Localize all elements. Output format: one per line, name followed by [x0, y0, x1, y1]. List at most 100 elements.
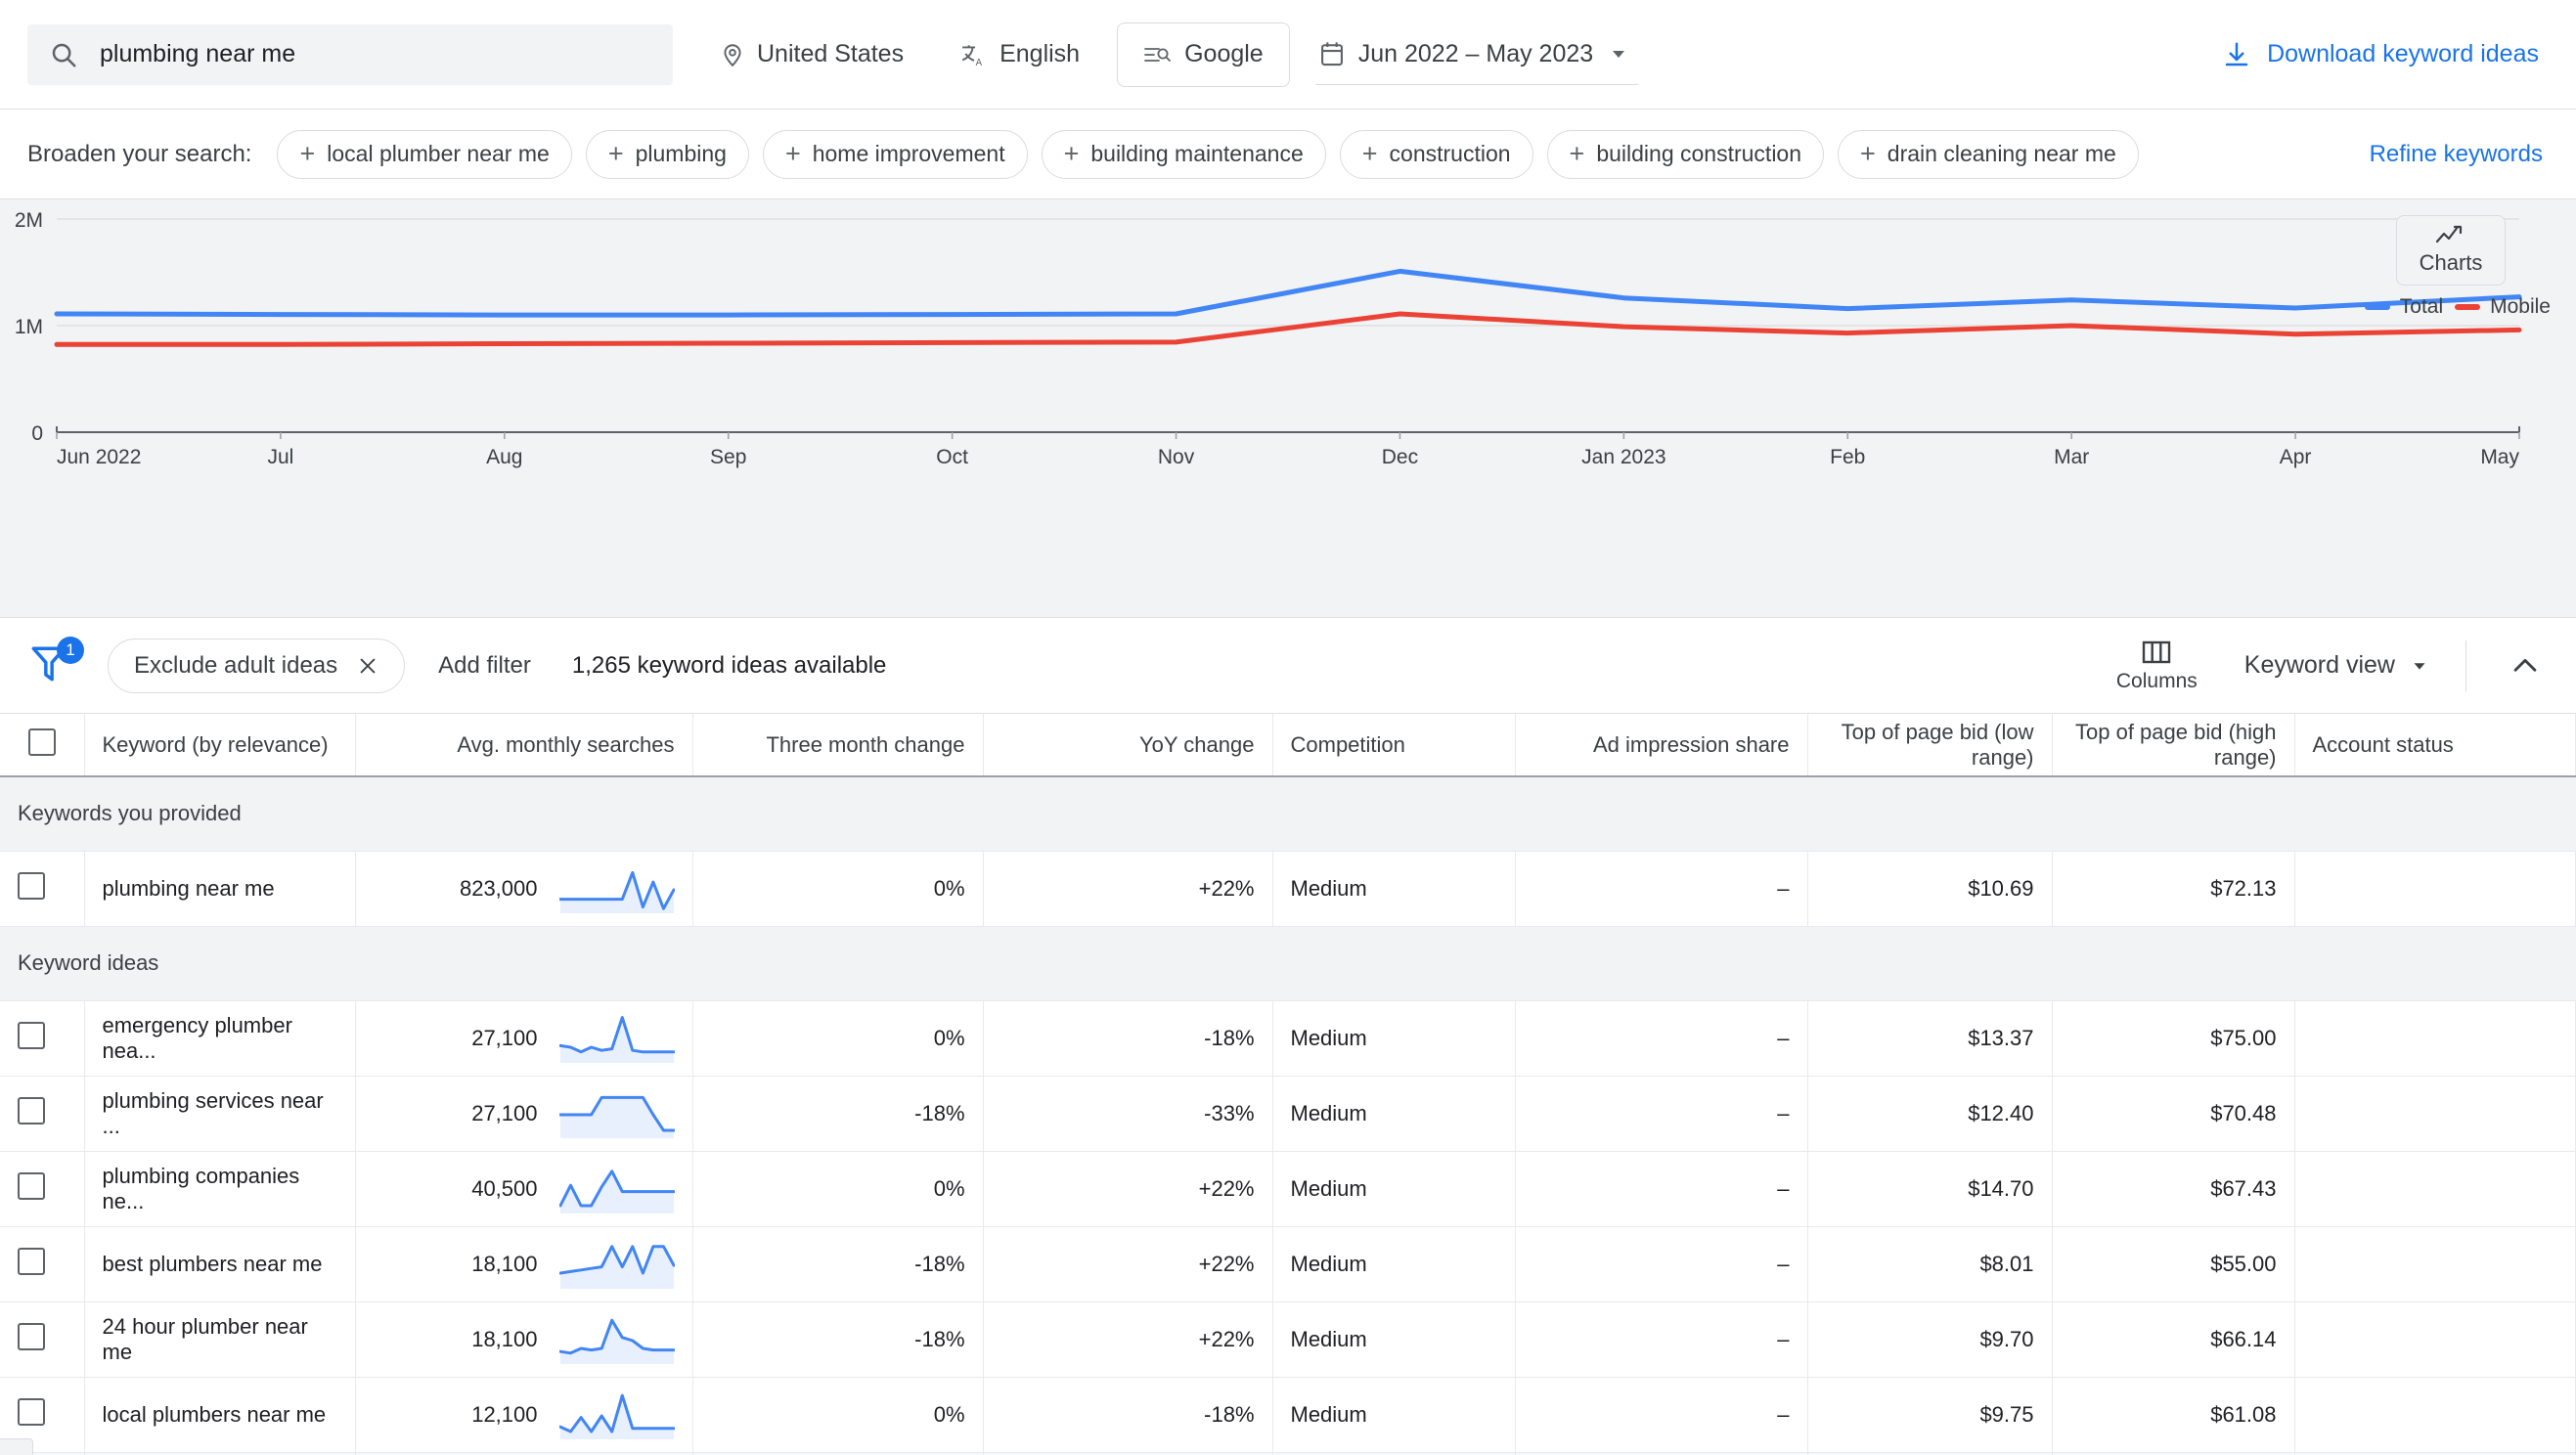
row-checkbox[interactable]	[18, 1247, 45, 1275]
broaden-your-search-bar: Broaden your search: + local plumber nea…	[0, 110, 2576, 199]
row-checkbox[interactable]	[18, 1171, 45, 1200]
cell-ad-impression-share: –	[1515, 1226, 1808, 1302]
row-checkbox[interactable]	[18, 1397, 45, 1426]
row-checkbox[interactable]	[18, 1322, 45, 1350]
keyword-planner-page: United States A English Google	[0, 0, 2576, 1455]
table-row[interactable]: best plumbers near me 18,100 -18% +22% Mediu…	[0, 1226, 2576, 1302]
keyword-search-box[interactable]	[27, 23, 673, 85]
cell-keyword: best plumbers near me	[84, 1226, 356, 1302]
broaden-chip-label: building maintenance	[1090, 141, 1304, 166]
svg-text:Dec: Dec	[1382, 446, 1418, 468]
cell-account-status	[2294, 1377, 2576, 1453]
search-input[interactable]	[100, 40, 651, 68]
avg-searches-value: 12,100	[471, 1401, 538, 1427]
broaden-chip-1[interactable]: + plumbing	[585, 129, 749, 179]
row-checkbox[interactable]	[18, 871, 45, 900]
cell-account-status	[2294, 1000, 2576, 1077]
svg-text:Sep: Sep	[710, 446, 746, 468]
table-row[interactable]: plumbing near me 823,000 0% +22% Medium – $10.…	[0, 851, 2576, 927]
svg-text:May: May	[2480, 446, 2519, 468]
keyword-view-selector[interactable]: Keyword view	[2244, 651, 2430, 680]
filter-chip-label: Exclude adult ideas	[134, 651, 338, 679]
plus-icon: +	[607, 139, 624, 168]
cell-yoy-change: +22%	[983, 1226, 1273, 1302]
legend-item-mobile[interactable]: Mobile	[2455, 295, 2551, 319]
filter-button[interactable]: 1	[27, 636, 84, 693]
legend-label-mobile: Mobile	[2490, 295, 2551, 318]
header-top-of-page-bid-high[interactable]: Top of page bid (high range)	[2052, 714, 2295, 777]
cell-avg-monthly-searches: 18,100	[355, 1226, 693, 1302]
table-body: Keywords you provided plumbing near me 823…	[0, 776, 2576, 1455]
refine-keywords-link[interactable]: Refine keywords	[2370, 141, 2549, 168]
keyword-text: plumbing near me	[102, 875, 275, 901]
broaden-chip-6[interactable]: + drain cleaning near me	[1838, 129, 2139, 179]
row-select-cell	[0, 1226, 85, 1302]
cell-avg-monthly-searches: 27,100	[355, 1076, 693, 1152]
cell-bid-high: $70.48	[2052, 1076, 2295, 1152]
broaden-chip-3[interactable]: + building maintenance	[1041, 129, 1326, 179]
collapse-panel-button[interactable]	[2502, 649, 2549, 683]
chevron-down-icon[interactable]	[1607, 42, 1630, 66]
language-selector[interactable]: A English	[951, 40, 1089, 68]
svg-text:2M: 2M	[15, 209, 43, 232]
avg-searches-wrapper: 40,500	[374, 1163, 675, 1215]
cell-ad-impression-share: –	[1515, 1151, 1808, 1227]
table-section-title: Keywords you provided	[0, 776, 2576, 852]
cell-keyword: emergency plumber nea...	[84, 1000, 356, 1077]
date-range-selector[interactable]: Jun 2022 – May 2023	[1314, 24, 1639, 85]
legend-swatch-mobile	[2455, 304, 2481, 310]
svg-text:Jul: Jul	[267, 446, 293, 468]
filter-chip-exclude-adult-ideas[interactable]: Exclude adult ideas	[108, 638, 406, 693]
table-row[interactable]: plumbing services near ... 27,100 -18% -33%…	[0, 1076, 2576, 1152]
columns-button[interactable]: Columns	[2116, 639, 2198, 693]
cell-bid-high: $67.43	[2052, 1151, 2295, 1227]
close-icon[interactable]	[357, 655, 378, 677]
cell-avg-monthly-searches: 27,100	[355, 1000, 693, 1077]
header-three-month-change[interactable]: Three month change	[692, 714, 984, 777]
cell-ad-impression-share: –	[1515, 1377, 1808, 1453]
cell-bid-high: $75.00	[2052, 1000, 2295, 1077]
table-row[interactable]: local plumbers near me 12,100 0% -18% Medium…	[0, 1377, 2576, 1453]
keyword-text: local plumbers near me	[102, 1401, 327, 1427]
scroll-left-button[interactable]	[0, 1437, 33, 1455]
table-row[interactable]: plumbing companies ne... 40,500 0% +22% Medi…	[0, 1151, 2576, 1227]
date-range-label: Jun 2022 – May 2023	[1357, 39, 1594, 67]
broaden-chip-5[interactable]: + building construction	[1546, 129, 1825, 179]
search-volume-chart-panel: 2M 1M 0 Jun 2022 Jul Aug Sep Oct Nov Dec Jan 2023 F…	[0, 199, 2576, 618]
keyword-ideas-available-count: 1,265 keyword ideas available	[571, 651, 887, 679]
sparkline-chart	[558, 1015, 675, 1063]
location-selector[interactable]: United States	[710, 40, 913, 68]
header-keyword[interactable]: Keyword (by relevance)	[84, 714, 356, 777]
header-ad-impression-share[interactable]: Ad impression share	[1515, 714, 1808, 777]
broaden-chip-2[interactable]: + home improvement	[762, 129, 1028, 179]
broaden-label: Broaden your search:	[27, 140, 252, 167]
header-competition[interactable]: Competition	[1272, 714, 1516, 777]
row-select-cell	[0, 1301, 85, 1378]
legend-item-total[interactable]: Total	[2364, 295, 2443, 319]
header-yoy-change[interactable]: YoY change	[983, 714, 1273, 777]
sparkline-chart	[558, 870, 675, 913]
sparkline-chart	[558, 1168, 675, 1213]
select-all-checkbox[interactable]	[27, 728, 56, 756]
charts-toggle-button[interactable]: Charts	[2396, 215, 2506, 286]
header-top-of-page-bid-low[interactable]: Top of page bid (low range)	[1807, 714, 2053, 777]
broaden-chip-4[interactable]: + construction	[1339, 129, 1533, 179]
add-filter-button[interactable]: Add filter	[438, 652, 531, 680]
cell-avg-monthly-searches: 12,100	[355, 1377, 693, 1453]
svg-text:Nov: Nov	[1158, 446, 1195, 468]
network-selector[interactable]: Google	[1117, 22, 1290, 87]
cell-yoy-change: +22%	[983, 851, 1273, 927]
broaden-chip-0[interactable]: + local plumber near me	[277, 129, 572, 179]
plus-icon: +	[1063, 139, 1080, 168]
header-account-status[interactable]: Account status	[2294, 714, 2576, 777]
table-row[interactable]: 24 hour plumber near me 18,100 -18% +22% Med…	[0, 1301, 2576, 1378]
cell-yoy-change: +22%	[983, 1151, 1273, 1227]
header-avg-monthly-searches[interactable]: Avg. monthly searches	[355, 714, 693, 777]
download-keyword-ideas-button[interactable]: Download keyword ideas	[2222, 40, 2549, 69]
table-row[interactable]: emergency plumber nea... 27,100 0% -18% Medi…	[0, 1000, 2576, 1077]
cell-bid-low: $12.40	[1807, 1076, 2053, 1152]
row-checkbox[interactable]	[18, 1021, 45, 1049]
row-checkbox[interactable]	[18, 1096, 45, 1124]
keyword-text: emergency plumber nea...	[102, 1012, 292, 1063]
svg-text:Jun 2022: Jun 2022	[57, 446, 141, 468]
